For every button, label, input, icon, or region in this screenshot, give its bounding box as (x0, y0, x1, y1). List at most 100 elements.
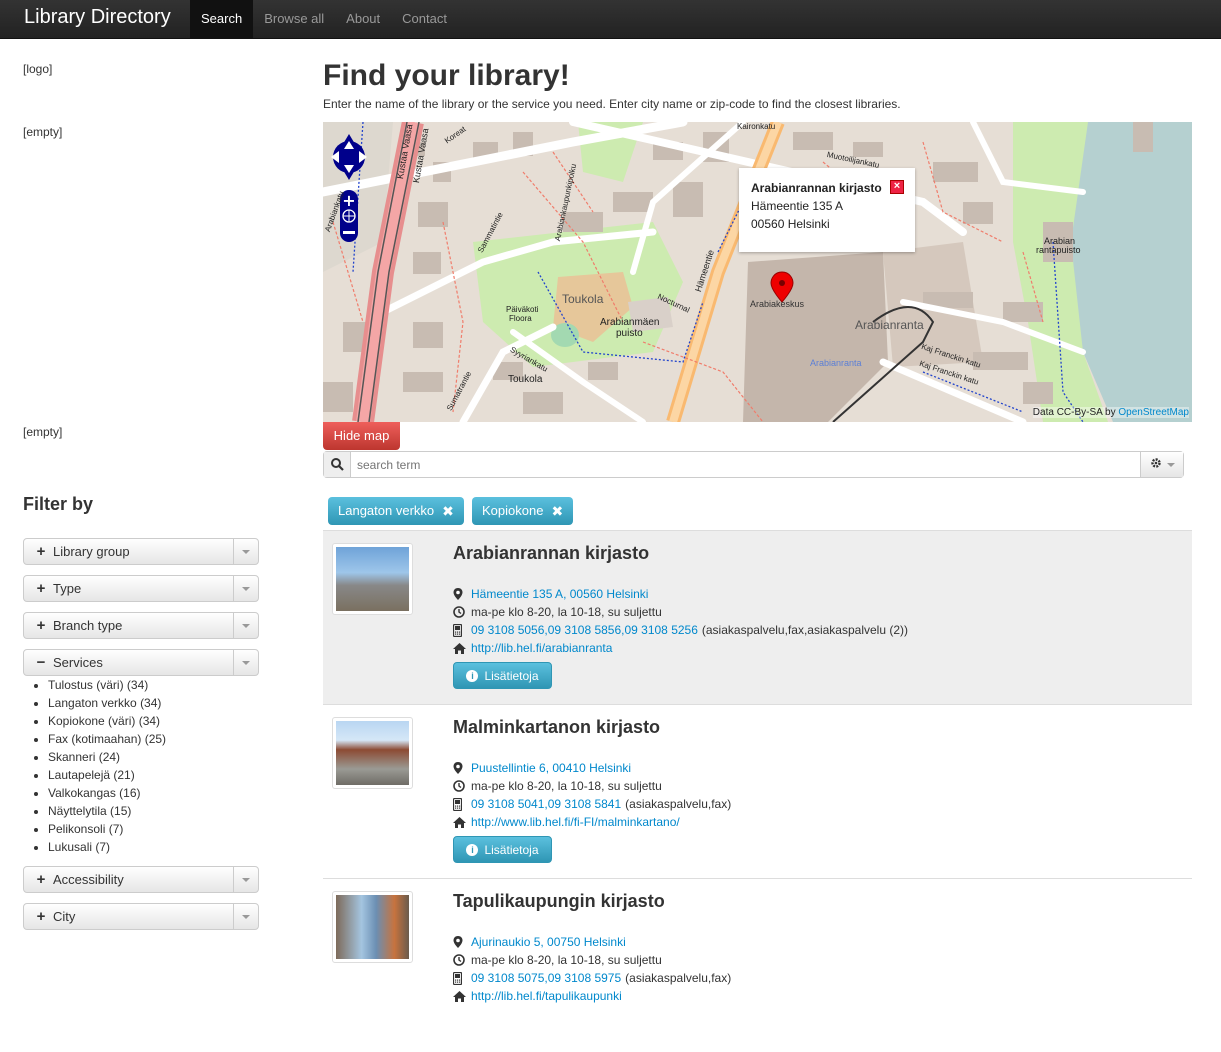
phone-notes: (asiakaspalvelu,fax) (625, 971, 732, 985)
filter-label: Library group (53, 544, 130, 559)
popup-title: Arabianrannan kirjasto (751, 181, 882, 195)
website-link[interactable]: http://lib.hel.fi/arabianranta (471, 639, 612, 657)
map-attribution: Data CC-By-SA by OpenStreetMap (1032, 407, 1189, 418)
map-tiles[interactable]: + (323, 122, 1192, 422)
service-item[interactable]: Lautapelejä (21) (33, 766, 166, 784)
map-label: rantapuisto (1036, 245, 1081, 255)
nav-about[interactable]: About (335, 0, 391, 39)
filter-label: City (53, 909, 76, 924)
library-name[interactable]: Malminkartanon kirjasto (453, 717, 660, 738)
filter-city[interactable]: + City (23, 903, 259, 930)
service-item[interactable]: Lukusali (7) (33, 838, 166, 856)
library-result: Arabianrannan kirjasto Hämeentie 135 A, … (323, 530, 1192, 704)
plus-icon: + (36, 908, 46, 925)
library-name[interactable]: Arabianrannan kirjasto (453, 543, 649, 564)
plus-icon: + (36, 580, 46, 597)
library-photo[interactable] (332, 717, 413, 789)
hours-text: ma-pe klo 8-20, la 10-18, su suljettu (471, 605, 662, 619)
plus-icon: + (36, 543, 46, 560)
address-link[interactable]: Ajurinaukio 5, 00750 Helsinki (471, 933, 626, 951)
remove-icon[interactable]: ✖ (551, 497, 563, 525)
main-nav: Search Browse all About Contact (190, 0, 458, 39)
caret-down-icon[interactable] (233, 613, 258, 638)
nav-contact[interactable]: Contact (391, 0, 458, 39)
home-icon (453, 639, 471, 657)
map-view[interactable]: + Toukola Toukola Arabianmäen puisto Päi… (323, 122, 1192, 422)
library-phone-line: 09 3108 5056,09 3108 5856,09 3108 5256 (… (453, 621, 908, 639)
remove-icon[interactable]: ✖ (442, 497, 454, 525)
phone-icon (453, 621, 471, 639)
service-item[interactable]: Pelikonsoli (7) (33, 820, 166, 838)
phone-icon (453, 795, 471, 813)
library-hours-line: ma-pe klo 8-20, la 10-18, su suljettu (453, 777, 662, 795)
library-address-line: Puustellintie 6, 00410 Helsinki (453, 759, 631, 777)
gear-icon (1150, 457, 1162, 472)
filter-label: Accessibility (53, 872, 124, 887)
library-name[interactable]: Tapulikaupungin kirjasto (453, 891, 665, 912)
search-icon (324, 452, 351, 477)
address-link[interactable]: Puustellintie 6, 00410 Helsinki (471, 759, 631, 777)
caret-down-icon[interactable] (233, 904, 258, 929)
clock-icon (453, 603, 471, 621)
address-link[interactable]: Hämeentie 135 A, 00560 Helsinki (471, 585, 648, 603)
caret-down-icon[interactable] (233, 867, 258, 892)
more-info-button[interactable]: i Lisätietoja (453, 836, 552, 863)
library-hours-line: ma-pe klo 8-20, la 10-18, su suljettu (453, 951, 662, 969)
filter-accessibility[interactable]: + Accessibility (23, 866, 259, 893)
caret-down-icon[interactable] (233, 650, 258, 675)
map-label: Päiväkoti (506, 305, 539, 314)
caret-down-icon[interactable] (233, 576, 258, 601)
website-link[interactable]: http://lib.hel.fi/tapulikaupunki (471, 987, 622, 1005)
empty-placeholder-1: [empty] (23, 125, 63, 139)
phone-link[interactable]: 09 3108 5041,09 3108 5841 (471, 795, 621, 813)
filter-branch-type[interactable]: + Branch type (23, 612, 259, 639)
active-filter-tag[interactable]: Langaton verkko ✖ (328, 497, 464, 525)
library-hours-line: ma-pe klo 8-20, la 10-18, su suljettu (453, 603, 662, 621)
phone-link[interactable]: 09 3108 5056,09 3108 5856,09 3108 5256 (471, 621, 698, 639)
settings-dropdown-button[interactable] (1140, 452, 1183, 477)
brand-title[interactable]: Library Directory (24, 6, 171, 29)
page-subtitle: Enter the name of the library or the ser… (323, 97, 901, 111)
service-item[interactable]: Tulostus (väri) (34) (33, 676, 166, 694)
library-url-line: http://lib.hel.fi/arabianranta (453, 639, 612, 657)
tag-label: Langaton verkko (338, 503, 435, 518)
active-filter-tag[interactable]: Kopiokone ✖ (472, 497, 574, 525)
filter-services[interactable]: − Services (23, 649, 259, 676)
filter-type[interactable]: + Type (23, 575, 259, 602)
service-item[interactable]: Fax (kotimaahan) (25) (33, 730, 166, 748)
map-label: Toukola (508, 374, 543, 385)
caret-down-icon[interactable] (233, 539, 258, 564)
service-item[interactable]: Kopiokone (väri) (34) (33, 712, 166, 730)
hours-text: ma-pe klo 8-20, la 10-18, su suljettu (471, 779, 662, 793)
page-title: Find your library! (323, 59, 570, 92)
map-marker-icon (453, 759, 471, 777)
search-input[interactable] (351, 452, 1140, 477)
service-item[interactable]: Valkokangas (16) (33, 784, 166, 802)
library-photo[interactable] (332, 891, 413, 963)
map-label: Toukola (562, 292, 604, 306)
filter-label: Type (53, 581, 82, 596)
map-popup: Arabianrannan kirjasto Hämeentie 135 A 0… (739, 168, 915, 252)
website-link[interactable]: http://www.lib.hel.fi/fi-FI/malminkartan… (471, 813, 680, 831)
search-bar (323, 451, 1184, 478)
info-icon: i (466, 843, 479, 856)
library-photo[interactable] (332, 543, 413, 615)
filter-by-heading: Filter by (23, 494, 94, 514)
clock-icon (453, 777, 471, 795)
openstreetmap-link[interactable]: OpenStreetMap (1118, 407, 1189, 418)
service-item[interactable]: Langaton verkko (34) (33, 694, 166, 712)
close-icon[interactable]: × (890, 180, 904, 194)
minus-icon: − (36, 654, 46, 671)
nav-browse-all[interactable]: Browse all (253, 0, 335, 39)
map-label: puisto (616, 328, 643, 339)
nav-search[interactable]: Search (190, 0, 254, 39)
service-item[interactable]: Skanneri (24) (33, 748, 166, 766)
phone-link[interactable]: 09 3108 5075,09 3108 5975 (471, 969, 621, 987)
hide-map-button[interactable]: Hide map (323, 422, 400, 450)
filter-library-group[interactable]: + Library group (23, 538, 259, 565)
map-label: Arabianmäen (600, 317, 660, 328)
more-info-button[interactable]: i Lisätietoja (453, 662, 552, 689)
library-url-line: http://lib.hel.fi/tapulikaupunki (453, 987, 622, 1005)
service-item[interactable]: Näyttelytila (15) (33, 802, 166, 820)
library-address-line: Ajurinaukio 5, 00750 Helsinki (453, 933, 626, 951)
